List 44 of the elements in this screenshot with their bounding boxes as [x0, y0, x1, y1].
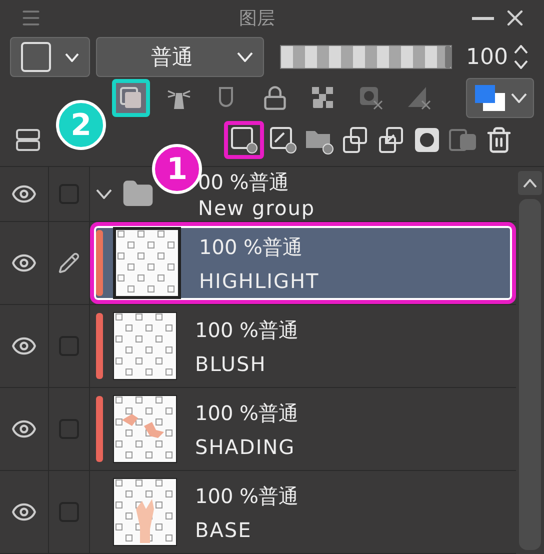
chevron-up-icon [514, 45, 528, 54]
opacity-slider[interactable] [280, 45, 452, 70]
layer-mode: 100 %普通 [195, 316, 299, 344]
layer-thumbnail [113, 312, 177, 380]
step-badge: 2 [56, 100, 106, 150]
color-swatch-icon [473, 83, 507, 114]
layer-color-dropdown[interactable] [10, 37, 90, 78]
layer-name: SHADING [195, 434, 296, 458]
lock-icon [262, 85, 288, 112]
layer-mode: 100 %普通 [195, 400, 299, 426]
layer-name: BASE [195, 518, 253, 542]
scroll-up-button[interactable] [518, 171, 542, 195]
layer-thumbnail [113, 227, 181, 299]
layer-name: BLUSH [195, 352, 268, 376]
color-dropdown[interactable] [466, 78, 534, 118]
slider-thumb[interactable] [445, 46, 451, 68]
layer-mode: 100 %普通 [195, 482, 299, 510]
caret-icon [96, 189, 112, 199]
toolbar-button[interactable] [112, 79, 150, 118]
minimize-icon [472, 16, 494, 20]
layer-name: New group [198, 196, 316, 220]
expand-caret-icon[interactable] [96, 189, 112, 199]
chevron-down-icon [511, 93, 527, 104]
layer-name: HIGHLIGHT [199, 268, 320, 292]
mask-off-icon [358, 85, 384, 112]
chevron-down-icon [514, 60, 528, 70]
opacity-value: 100 [466, 44, 508, 70]
layer-thumbnail [113, 395, 177, 463]
delete-icon [485, 126, 513, 154]
new-vector-layer-icon [268, 125, 298, 156]
selected-layer[interactable]: 100 %普通 HIGHLIGHT [90, 222, 516, 304]
chevron-down-icon [237, 52, 253, 62]
chevron-up-icon [523, 178, 537, 188]
layer-action-button[interactable] [224, 121, 264, 160]
chevron-down-icon [65, 52, 79, 62]
new-layer-icon [229, 125, 259, 156]
opacity-spinner[interactable] [514, 45, 528, 70]
ruler-off-icon [406, 85, 432, 112]
blend-mode-dropdown[interactable]: 普通 [96, 37, 264, 78]
layer-mode: 100 %普通 [199, 234, 304, 260]
panel-title: 图层 [238, 7, 276, 30]
layer-thumbnail [113, 478, 177, 546]
merge-down-icon [376, 125, 406, 156]
transfer-down-icon [340, 125, 370, 156]
